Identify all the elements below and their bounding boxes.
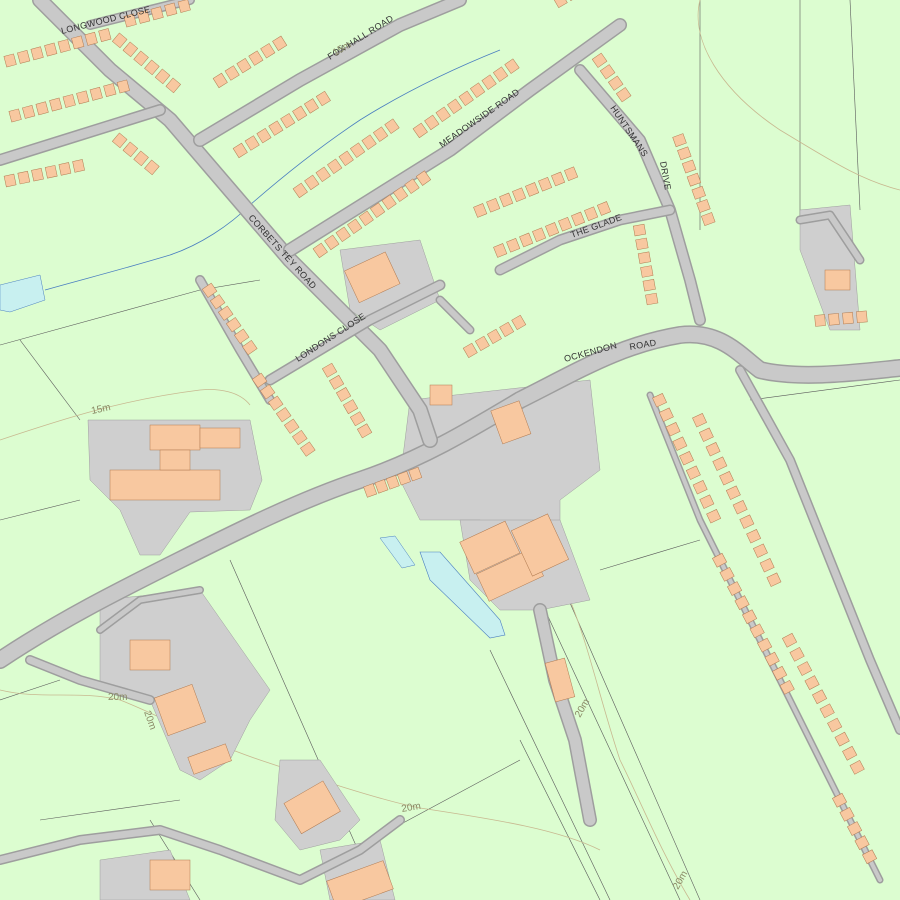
contour-label-20m-a: 20m: [108, 692, 127, 703]
house: [58, 162, 72, 176]
house: [645, 292, 659, 306]
house: [856, 310, 868, 323]
house: [637, 251, 651, 264]
house: [3, 173, 17, 188]
house: [44, 165, 58, 179]
house: [642, 279, 656, 292]
map-canvas: LONGWOOD CLOSE FOX HALL ROAD MEADOWSIDE …: [0, 0, 900, 900]
house: [842, 311, 854, 325]
house: [828, 313, 840, 326]
house: [31, 167, 44, 182]
house: [632, 223, 647, 237]
house: [17, 170, 31, 185]
house: [814, 314, 826, 327]
house: [72, 159, 85, 173]
house: [640, 265, 654, 278]
house: [635, 237, 649, 251]
